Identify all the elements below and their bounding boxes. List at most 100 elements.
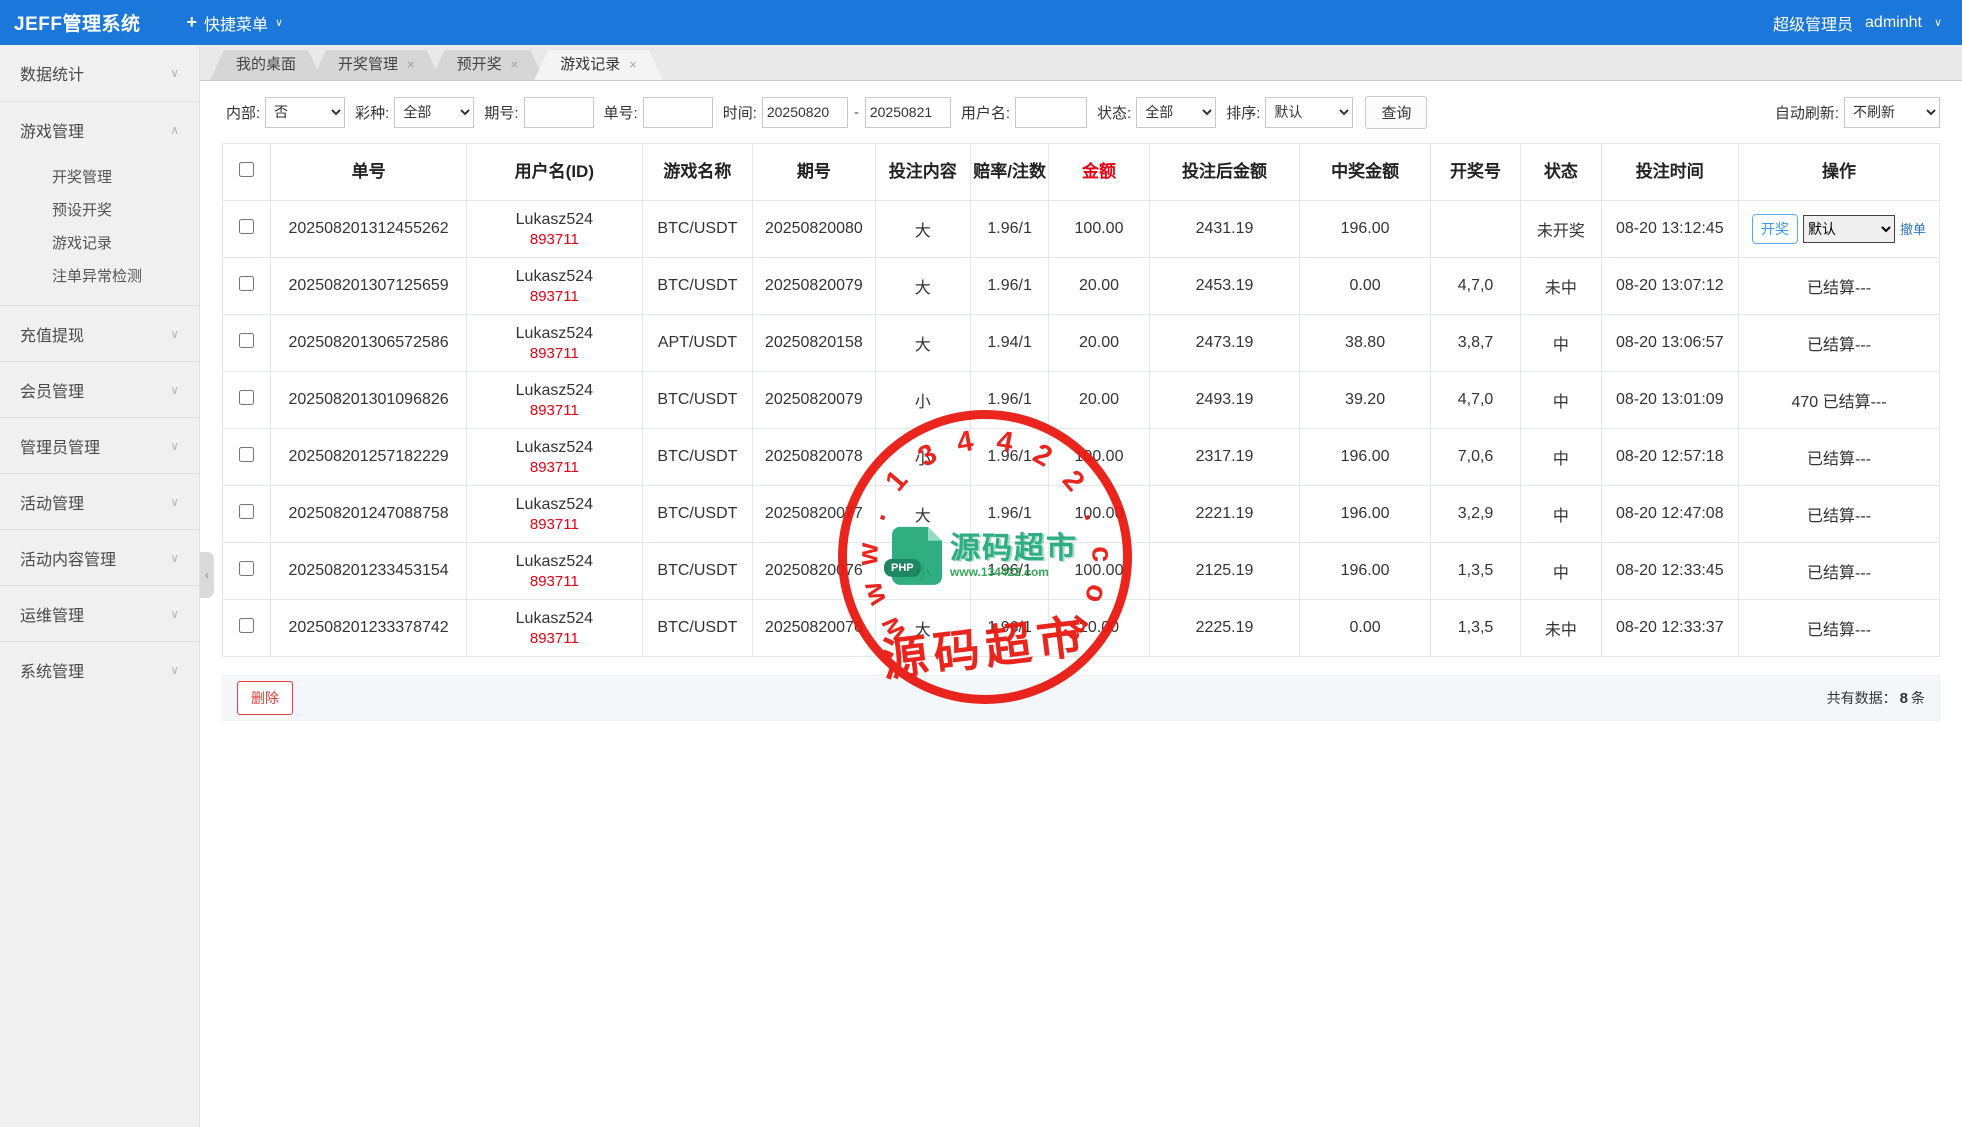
- account-menu[interactable]: 超级管理员 adminht ∨: [1773, 11, 1942, 35]
- user-id: 893711: [529, 401, 579, 419]
- row-checkbox[interactable]: [239, 561, 255, 576]
- sidebar-item[interactable]: 充值提现 ∨: [0, 305, 199, 361]
- order-no-cell: 202508201247088758: [270, 485, 467, 543]
- order-input[interactable]: [642, 96, 713, 128]
- sidebar-item[interactable]: 运维管理 ∨: [0, 585, 199, 641]
- refresh-select[interactable]: 不刷新: [1844, 96, 1940, 128]
- internal-select[interactable]: 否: [265, 96, 346, 128]
- game-cell: BTC/USDT: [641, 428, 754, 486]
- sidebar-item[interactable]: 会员管理 ∨: [0, 361, 199, 417]
- row-checkbox[interactable]: [239, 618, 255, 633]
- tab-close-icon[interactable]: ×: [629, 50, 637, 80]
- bet-content-cell: 大: [874, 257, 971, 315]
- row-checkbox[interactable]: [239, 447, 255, 462]
- odds-cell: 1.96/1: [969, 485, 1050, 543]
- row-select-cell: [221, 428, 272, 486]
- tab-active[interactable]: 游戏记录 ×: [534, 50, 663, 80]
- auto-refresh: 自动刷新: 不刷新: [1771, 96, 1940, 128]
- quick-menu-button[interactable]: + 快捷菜单 ∨: [186, 11, 283, 35]
- row-select-cell: [221, 371, 272, 429]
- row-checkbox[interactable]: [239, 219, 255, 234]
- chevron-down-icon: ∨: [1933, 17, 1942, 29]
- sidebar-item[interactable]: 游戏管理 ∧: [0, 101, 199, 157]
- tab-item[interactable]: 开奖管理 ×: [312, 50, 441, 80]
- sort-label: 排序:: [1226, 104, 1261, 122]
- username-label: 用户名:: [960, 104, 1011, 122]
- amount-cell: 100.00: [1048, 485, 1150, 543]
- action-cell: 已结算---: [1738, 542, 1940, 600]
- sidebar-item[interactable]: 管理员管理 ∨: [0, 417, 199, 473]
- settled-text: 已结算---: [1807, 622, 1872, 639]
- delete-button[interactable]: 删除: [237, 681, 293, 715]
- tab-item[interactable]: 预开奖 ×: [431, 50, 545, 80]
- chevron-up-icon: ∧: [170, 122, 179, 137]
- username-cell: Lukasz524 893711: [465, 428, 643, 486]
- user-id: 893711: [529, 458, 579, 476]
- row-checkbox[interactable]: [239, 504, 255, 519]
- tab-item[interactable]: 我的桌面: [210, 50, 322, 80]
- bet-time-cell: 08-20 12:33:45: [1600, 542, 1740, 600]
- row-select-cell: [221, 257, 272, 315]
- bet-time-cell: 08-20 13:06:57: [1600, 314, 1740, 372]
- status-cell: 中: [1520, 542, 1602, 600]
- query-button[interactable]: 查询: [1365, 95, 1428, 129]
- row-checkbox[interactable]: [239, 390, 255, 405]
- sidebar-item-label: 活动内容管理: [20, 551, 117, 569]
- sidebar-subitem[interactable]: 游戏记录: [0, 227, 199, 260]
- row-checkbox[interactable]: [239, 333, 255, 348]
- plus-icon: +: [186, 12, 197, 32]
- main-area: 我的桌面 开奖管理 × 预开奖 × 游戏记录 × 内部: 否 彩种: 全部 期号: 单号: …: [200, 45, 1962, 1127]
- table-row: 202508201307125659 Lukasz524 893711 BTC/USD…: [221, 257, 1940, 315]
- status-cell: 未中: [1520, 257, 1602, 315]
- bet-time-cell: 08-20 13:12:45: [1600, 200, 1740, 258]
- action-cell: 470 已结算---: [1738, 371, 1940, 429]
- status-cell: 中: [1520, 371, 1602, 429]
- time-from-input[interactable]: [761, 96, 848, 128]
- odds-cell: 1.94/1: [969, 314, 1050, 372]
- sort-select[interactable]: 默认: [1265, 96, 1354, 128]
- after-amount-cell: 2125.19: [1148, 542, 1301, 600]
- sidebar-item[interactable]: 数据统计 ∨: [0, 45, 199, 101]
- column-header: 单号: [270, 143, 467, 201]
- tab-close-icon[interactable]: ×: [407, 50, 415, 80]
- draw-button[interactable]: 开奖: [1752, 214, 1799, 244]
- action-cell: 已结算---: [1738, 428, 1940, 486]
- username-input[interactable]: [1015, 96, 1088, 128]
- action-select[interactable]: 默认: [1803, 215, 1896, 243]
- order-label: 单号:: [603, 104, 638, 122]
- bet-time-cell: 08-20 13:07:12: [1600, 257, 1740, 315]
- issue-cell: 20250820079: [752, 371, 876, 429]
- chevron-down-icon: ∨: [274, 17, 284, 29]
- sidebar-subitem[interactable]: 预设开奖: [0, 194, 199, 227]
- chevron-down-icon: ∨: [170, 494, 179, 509]
- sidebar-item-label: 活动管理: [20, 495, 85, 513]
- chevron-down-icon: ∨: [170, 550, 179, 565]
- bet-time-cell: 08-20 12:33:37: [1600, 599, 1740, 657]
- order-no-cell: 202508201306572586: [270, 314, 467, 372]
- order-no-cell: 202508201307125659: [270, 257, 467, 315]
- row-checkbox[interactable]: [239, 276, 255, 291]
- sidebar-subitem[interactable]: 注单异常检测: [0, 260, 199, 293]
- bet-time-cell: 08-20 12:47:08: [1600, 485, 1740, 543]
- tab-close-icon[interactable]: ×: [511, 50, 519, 80]
- column-header: 操作: [1738, 143, 1940, 201]
- sidebar-subitem[interactable]: 开奖管理: [0, 161, 199, 194]
- sidebar-item[interactable]: 系统管理 ∨: [0, 641, 199, 697]
- sidebar-item[interactable]: 活动内容管理 ∨: [0, 529, 199, 585]
- status-select[interactable]: 全部: [1136, 96, 1217, 128]
- user-id: 893711: [529, 572, 579, 590]
- sidebar-item[interactable]: 活动管理 ∨: [0, 473, 199, 529]
- sidebar-collapse-handle[interactable]: ‹: [200, 552, 214, 598]
- game-cell: BTC/USDT: [641, 485, 754, 543]
- issue-input[interactable]: [523, 96, 594, 128]
- game-cell: BTC/USDT: [641, 257, 754, 315]
- time-to-input[interactable]: [864, 96, 951, 128]
- footer-bar: 删除 共有数据： 8 条: [222, 675, 1940, 721]
- user-id: 893711: [529, 515, 579, 533]
- win-amount-cell: 0.00: [1299, 599, 1431, 657]
- cancel-order-link[interactable]: 撤单: [1900, 222, 1926, 237]
- settled-text: 已结算---: [1807, 451, 1872, 468]
- status-cell: 未中: [1520, 599, 1602, 657]
- lottery-select[interactable]: 全部: [394, 96, 475, 128]
- select-all-checkbox[interactable]: [239, 162, 255, 178]
